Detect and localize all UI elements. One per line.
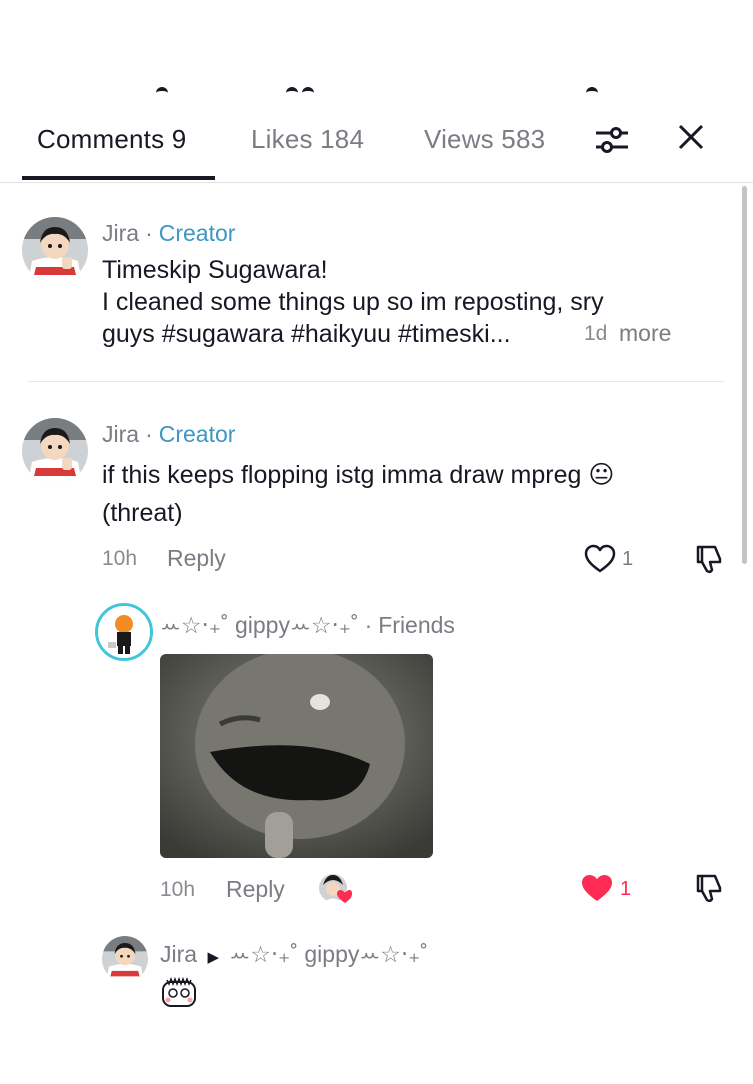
divider [28,381,724,382]
gif-image[interactable] [160,654,433,858]
creator-liked-avatar [318,873,352,905]
separator-dot: · [364,612,373,638]
comment-timestamp: 10h [102,547,138,570]
author-name[interactable]: ꕀ☆‧₊˚ gippyꕀ☆‧₊˚ [160,612,359,638]
avatar[interactable] [22,418,88,484]
close-icon[interactable] [676,122,706,152]
cropped-text-fragment [156,84,172,98]
comment-timestamp: 10h [160,878,196,901]
tab-views[interactable]: Views 583 [424,124,545,155]
friends-badge: Friends [378,612,455,638]
reply-button[interactable]: Reply [226,876,285,903]
avatar[interactable] [95,603,153,661]
scrollbar[interactable] [742,186,747,564]
like-count: 1 [620,878,632,900]
author-name[interactable]: Jira [102,421,139,447]
comment-timestamp: 1d [584,322,608,345]
reply-target-name[interactable]: ꕀ☆‧₊˚ gippyꕀ☆‧₊˚ [229,941,428,967]
comment-meta: ꕀ☆‧₊˚ gippyꕀ☆‧₊˚ · Friends [160,612,455,639]
more-link[interactable]: more [619,320,671,347]
tab-bar: Comments 9 Likes 184 Views 583 [0,112,753,183]
creator-badge: Creator [158,220,236,246]
creator-badge: Creator [158,421,236,447]
cropped-text-fragment [286,84,318,98]
comment-text-line: if this keeps flopping istg imma draw mp… [102,461,615,489]
separator-dot: · [145,421,153,447]
reply-meta: Jira ▶ ꕀ☆‧₊˚ gippyꕀ☆‧₊˚ [160,941,428,968]
comment-text-line: Timeskip Sugawara! [102,256,328,284]
tab-comments[interactable]: Comments 9 [37,124,186,155]
comment-text-line: I cleaned some things up so im reposting… [102,288,604,316]
reply-button[interactable]: Reply [167,545,226,572]
sticker-emoji [160,976,198,1008]
reply-arrow-icon: ▶ [207,949,219,966]
separator-dot: · [145,220,153,246]
avatar[interactable] [102,936,148,982]
like-count: 1 [622,548,634,570]
comment-text-line: (threat) [102,499,183,527]
author-name[interactable]: Jira [160,941,197,967]
heart-outline-icon[interactable] [584,544,616,574]
heart-filled-icon[interactable] [580,873,614,903]
author-name[interactable]: Jira [102,220,139,246]
dislike-icon[interactable] [694,872,724,904]
avatar[interactable] [22,217,88,283]
filter-sliders-icon[interactable] [594,124,630,156]
dislike-icon[interactable] [694,543,724,575]
tab-likes[interactable]: Likes 184 [251,124,364,155]
comment-meta: Jira · Creator [102,220,235,247]
comment-meta: Jira · Creator [102,421,235,448]
comment-text-line: guys #sugawara #haikyuu #timeski... [102,320,511,348]
active-tab-indicator [22,176,215,180]
cropped-text-fragment [586,84,602,98]
